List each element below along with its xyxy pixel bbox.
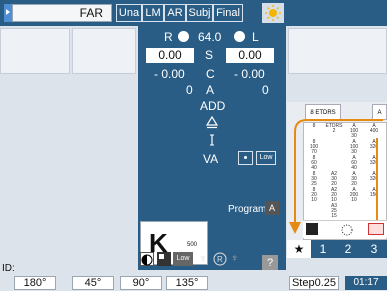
- play-icon: [6, 9, 10, 15]
- pd-value: 64.0: [198, 30, 222, 44]
- expand-tab[interactable]: [4, 4, 12, 22]
- va-low-button[interactable]: Low: [256, 151, 276, 165]
- sph-label: S: [205, 48, 214, 62]
- illumination-button[interactable]: [262, 3, 284, 23]
- program-label: Program: [228, 204, 267, 215]
- tab-chart-1[interactable]: 1: [311, 240, 335, 258]
- r-icon: R: [213, 252, 227, 266]
- contrast-icon: [141, 254, 153, 266]
- cross-cylinder-icon: [210, 134, 214, 146]
- chart-color-icon[interactable]: [368, 223, 384, 235]
- r-button[interactable]: R: [213, 252, 227, 266]
- left-card-1: [0, 28, 70, 74]
- lamp-button[interactable]: ♆: [196, 252, 210, 266]
- right-card-1: [288, 28, 387, 74]
- axis-90-button[interactable]: 90°: [120, 276, 162, 290]
- tab-subj[interactable]: Subj: [186, 4, 213, 22]
- contrast-button[interactable]: [140, 252, 154, 266]
- far-button[interactable]: FAR: [12, 4, 112, 22]
- tab-chart-2[interactable]: 2: [335, 240, 361, 258]
- tab-favorites[interactable]: ★: [287, 240, 311, 258]
- lamp-icon: ♆: [198, 253, 208, 265]
- chart-header-label: ETDRS: [315, 110, 336, 116]
- right-eye-indicator[interactable]: [178, 31, 189, 42]
- axis-45-button[interactable]: 45°: [72, 276, 114, 290]
- low-button[interactable]: Low: [173, 252, 193, 266]
- left-card-2: [72, 28, 136, 74]
- chart-dots-icon[interactable]: [340, 223, 354, 236]
- axis-label: A: [206, 83, 215, 97]
- tab-final[interactable]: Final: [213, 4, 243, 22]
- clock: 01:17: [345, 276, 387, 290]
- prism-icon: [205, 115, 219, 129]
- va-dot-button[interactable]: [238, 151, 253, 165]
- cyl-right-value[interactable]: - 0.00: [154, 67, 185, 81]
- axis-180-button[interactable]: 180°: [14, 276, 56, 290]
- step-button[interactable]: Step0.25: [289, 276, 339, 290]
- cyl-left-value[interactable]: - 0.00: [234, 67, 265, 81]
- left-eye-label: L: [252, 30, 259, 44]
- pattern-button[interactable]: [157, 252, 171, 266]
- help-button[interactable]: ?: [262, 255, 278, 271]
- program-badge[interactable]: A: [265, 201, 279, 215]
- axis-right-value[interactable]: 0: [186, 83, 193, 97]
- tab-una[interactable]: Una: [116, 4, 142, 22]
- tab-ar[interactable]: AR: [164, 4, 186, 22]
- id-label: ID:: [2, 263, 15, 274]
- tab-chart-3[interactable]: 3: [361, 240, 387, 258]
- svg-text:R: R: [217, 255, 223, 264]
- lamp-low-icon: ♆: [231, 253, 239, 264]
- cyl-label: C: [206, 67, 215, 81]
- tab-lm[interactable]: LM: [142, 4, 164, 22]
- right-eye-label: R: [164, 30, 173, 44]
- left-eye-indicator[interactable]: [234, 31, 245, 42]
- va-label: VA: [203, 152, 219, 166]
- axis-135-button[interactable]: 135°: [166, 276, 208, 290]
- k-value: 500: [187, 242, 198, 248]
- sph-right-field[interactable]: 0.00: [146, 48, 194, 63]
- chart-header-top: 8: [310, 110, 314, 116]
- chart-bar-icon[interactable]: [306, 223, 318, 235]
- axis-left-value[interactable]: 0: [262, 83, 269, 97]
- add-label[interactable]: ADD: [200, 99, 225, 113]
- sph-left-field[interactable]: 0.00: [226, 48, 274, 63]
- sun-icon: [265, 5, 281, 21]
- low-lamp-button[interactable]: ♆: [231, 252, 247, 266]
